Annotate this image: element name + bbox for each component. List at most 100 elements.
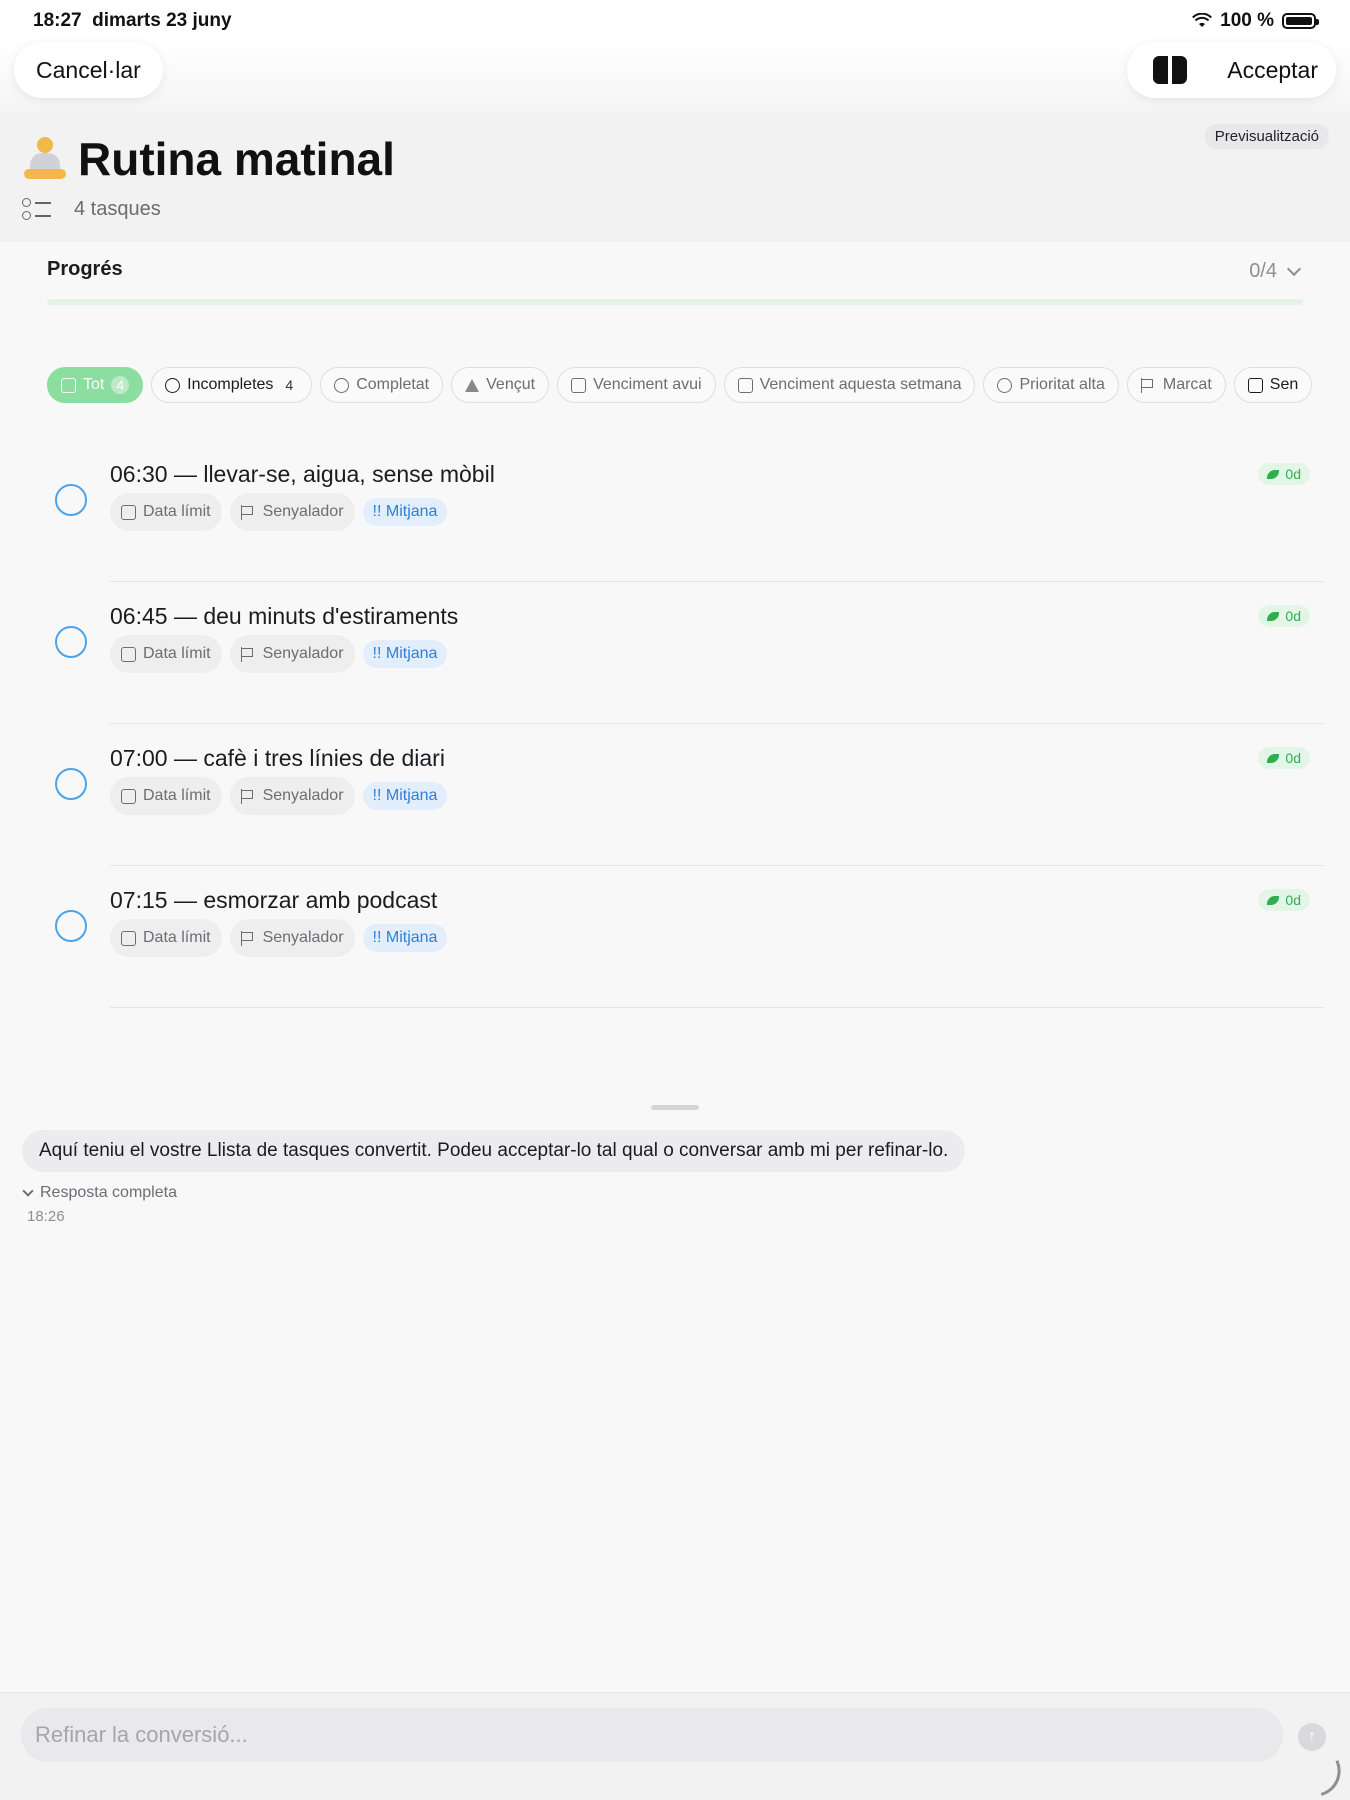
- calendar-icon: [121, 646, 136, 662]
- meditation-icon: [22, 136, 68, 182]
- task-checkbox[interactable]: [55, 768, 87, 800]
- task-count: 4 tasques: [74, 197, 161, 220]
- calendar-icon: [121, 788, 136, 804]
- flag-icon: [1140, 377, 1156, 393]
- cancel-button[interactable]: Cancel·lar: [14, 42, 163, 98]
- flag-button[interactable]: Senyalador: [229, 919, 355, 957]
- filter-chips: Tot 4 Incompletes 4 Completat Vençut Ven…: [47, 367, 1325, 403]
- due-date-label: Data límit: [143, 645, 211, 662]
- priority-badge[interactable]: !! Mitjana: [362, 782, 448, 810]
- flag-icon: [240, 504, 256, 520]
- calendar-icon: [121, 930, 136, 946]
- due-date-label: Data límit: [143, 503, 211, 520]
- calendar-icon: [737, 377, 753, 393]
- task-row[interactable]: 06:30 — llevar-se, aigua, sense mòbil Da…: [0, 440, 1350, 582]
- task-row[interactable]: 06:45 — deu minuts d'estiraments Data lí…: [0, 582, 1350, 724]
- response-toggle[interactable]: Resposta completa: [22, 1184, 177, 1202]
- task-tags: Data límit Senyalador !! Mitjana: [110, 635, 448, 673]
- filter-chip-due-today[interactable]: Venciment avui: [557, 367, 716, 403]
- preview-badge: Previsualització: [1204, 124, 1329, 149]
- filter-chip-label: Tot: [83, 376, 105, 393]
- progress-section: Progrés 0/4: [47, 258, 1303, 305]
- task-count-row: 4 tasques: [22, 196, 161, 222]
- progress-bar: [47, 299, 1303, 305]
- age-badge: 0d: [1258, 747, 1310, 769]
- flag-icon: [240, 788, 256, 804]
- priority-badge[interactable]: !! Mitjana: [362, 640, 448, 668]
- status-time: 18:27 dimarts 23 juny: [33, 10, 232, 31]
- filter-chip-overdue[interactable]: Vençut: [451, 367, 550, 403]
- assistant-message: Aquí teniu el vostre Llista de tasques c…: [22, 1130, 966, 1172]
- checklist-icon: [22, 196, 52, 222]
- filter-chip-label: Sen: [1269, 376, 1299, 393]
- send-button[interactable]: ↑: [1298, 1723, 1326, 1751]
- divider: [110, 1006, 1324, 1008]
- filter-chip-label: Venciment avui: [593, 376, 702, 393]
- calendar-icon: [121, 504, 136, 520]
- progress-toggle[interactable]: 0/4: [1249, 260, 1302, 283]
- flag-label: Senyalador: [262, 645, 344, 662]
- priority-badge[interactable]: !! Mitjana: [362, 498, 448, 526]
- flag-icon: [240, 930, 256, 946]
- filter-chip-more[interactable]: Sen: [1233, 367, 1313, 403]
- warning-icon: [465, 378, 480, 392]
- age-badge: 0d: [1258, 463, 1310, 485]
- split-view-icon[interactable]: [1153, 56, 1188, 84]
- due-date-button[interactable]: Data límit: [110, 493, 222, 531]
- filter-chip-label: Vençut: [486, 376, 536, 393]
- page-title: Rutina matinal: [78, 133, 395, 185]
- top-bar: Cancel·lar Acceptar: [0, 42, 1350, 114]
- filter-chip-incomplete[interactable]: Incompletes 4: [151, 367, 313, 403]
- wifi-icon: [1192, 13, 1213, 27]
- leaf-icon: [1267, 611, 1280, 621]
- leaf-icon: [1267, 753, 1280, 763]
- filter-chip-flagged[interactable]: Marcat: [1126, 367, 1226, 403]
- due-date-button[interactable]: Data límit: [110, 635, 222, 673]
- filter-chip-completed[interactable]: Completat: [320, 367, 444, 403]
- status-indicators: 100 %: [1192, 10, 1319, 32]
- age-label: 0d: [1285, 466, 1301, 482]
- flag-button[interactable]: Senyalador: [229, 635, 355, 673]
- priority-badge[interactable]: !! Mitjana: [362, 924, 448, 952]
- task-row[interactable]: 07:00 — cafè i tres línies de diari Data…: [0, 724, 1350, 866]
- flag-button[interactable]: Senyalador: [229, 777, 355, 815]
- response-toggle-label: Resposta completa: [40, 1184, 177, 1201]
- flag-button[interactable]: Senyalador: [229, 493, 355, 531]
- chevron-down-icon: [22, 1185, 34, 1197]
- progress-label: Progrés: [47, 258, 123, 280]
- task-checkbox[interactable]: [55, 626, 87, 658]
- accept-button[interactable]: Acceptar: [1227, 57, 1318, 84]
- battery-icon: [1282, 13, 1319, 29]
- task-title: 06:45 — deu minuts d'estiraments: [110, 603, 459, 629]
- task-checkbox[interactable]: [55, 910, 87, 942]
- check-circle-icon: [334, 377, 350, 393]
- task-tags: Data límit Senyalador !! Mitjana: [110, 777, 448, 815]
- sheet-grabber[interactable]: [651, 1105, 699, 1110]
- age-badge: 0d: [1258, 605, 1310, 627]
- age-label: 0d: [1285, 608, 1301, 624]
- pencil-gesture-icon: [1312, 1760, 1348, 1796]
- filter-chip-label: Completat: [356, 376, 430, 393]
- filter-chip-all[interactable]: Tot 4: [47, 367, 144, 403]
- task-checkbox[interactable]: [55, 484, 87, 516]
- age-label: 0d: [1285, 750, 1301, 766]
- filter-chip-due-week[interactable]: Venciment aquesta setmana: [723, 367, 976, 403]
- leaf-icon: [1267, 469, 1280, 479]
- task-title: 06:30 — llevar-se, aigua, sense mòbil: [110, 461, 495, 487]
- filter-chip-label: Prioritat alta: [1019, 376, 1105, 393]
- title-row: Rutina matinal: [22, 132, 395, 186]
- refine-input[interactable]: [21, 1708, 1283, 1762]
- message-timestamp: 18:26: [27, 1208, 65, 1225]
- due-date-label: Data límit: [143, 929, 211, 946]
- flag-icon: [240, 646, 256, 662]
- filter-count: 4: [285, 377, 294, 393]
- filter-count: 4: [111, 376, 130, 394]
- arrow-up-icon: ↑: [1308, 1728, 1316, 1745]
- chevron-down-icon: [1286, 261, 1302, 276]
- filter-chip-label: Incompletes: [187, 376, 274, 393]
- filter-chip-label: Venciment aquesta setmana: [759, 376, 962, 393]
- filter-chip-high-priority[interactable]: Prioritat alta: [983, 367, 1119, 403]
- task-row[interactable]: 07:15 — esmorzar amb podcast Data límit …: [0, 866, 1350, 1008]
- due-date-button[interactable]: Data límit: [110, 919, 222, 957]
- due-date-button[interactable]: Data límit: [110, 777, 222, 815]
